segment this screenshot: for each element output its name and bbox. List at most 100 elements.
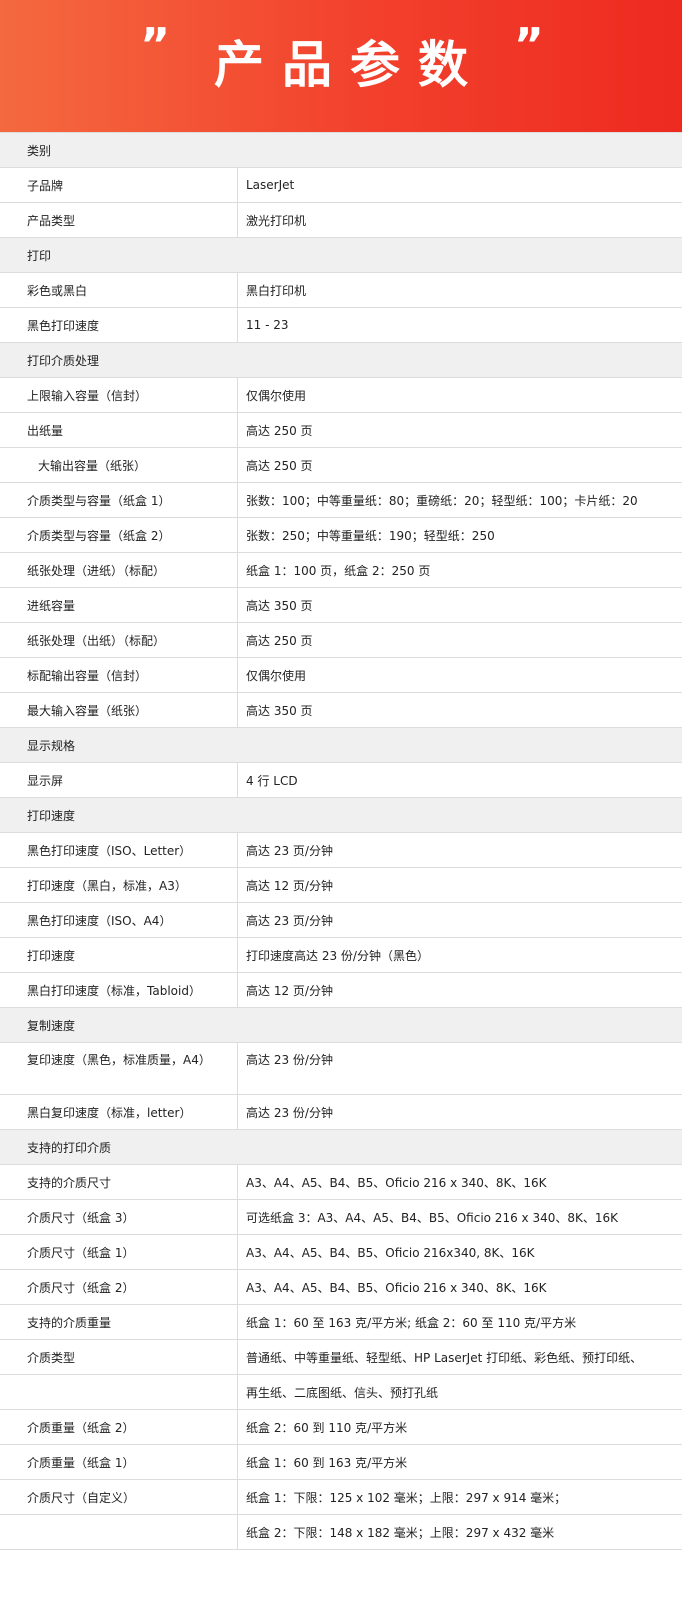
- spec-label: 上限输入容量（信封）: [0, 378, 238, 412]
- spec-value: 仅偶尔使用: [246, 668, 307, 683]
- spec-value: 纸盒 1：下限：125 x 102 毫米；上限：297 x 914 毫米；: [246, 1490, 567, 1505]
- table-row: 显示屏 4 行 LCD: [0, 763, 682, 798]
- spec-value: 纸盒 2：下限：148 x 182 毫米；上限：297 x 432 毫米: [246, 1525, 555, 1540]
- spec-label: [0, 1375, 238, 1409]
- spec-value: 普通纸、中等重量纸、轻型纸、HP LaserJet 打印纸、彩色纸、预打印纸、: [246, 1350, 643, 1365]
- table-row: 打印速度（黑白，标准，A3） 高达 12 页/分钟: [0, 868, 682, 903]
- quote-mark-right: ”: [513, 18, 544, 72]
- spec-label: 介质重量（纸盒 2）: [0, 1410, 238, 1444]
- table-row: 最大输入容量（纸张） 高达 350 页: [0, 693, 682, 728]
- spec-value: 高达 23 页/分钟: [246, 913, 333, 928]
- spec-label: 子品牌: [0, 168, 238, 202]
- spec-label: 打印速度: [0, 938, 238, 972]
- table-row: 子品牌 LaserJet: [0, 168, 682, 203]
- spec-label: 介质尺寸（纸盒 1）: [0, 1235, 238, 1269]
- spec-value: A3、A4、A5、B4、B5、Oficio 216x340, 8K、16K: [246, 1245, 535, 1260]
- section-header: 打印介质处理: [0, 343, 682, 378]
- table-row: 打印速度 打印速度高达 23 份/分钟（黑色）: [0, 938, 682, 973]
- table-row: 产品类型 激光打印机: [0, 203, 682, 238]
- spec-value: 纸盒 1：60 至 163 克/平方米; 纸盒 2：60 至 110 克/平方米: [246, 1315, 577, 1330]
- spec-label: 复印速度（黑色，标准质量，A4）: [0, 1043, 238, 1094]
- table-row: 彩色或黑白 黑白打印机: [0, 273, 682, 308]
- spec-label: 最大输入容量（纸张）: [0, 693, 238, 727]
- spec-label: 出纸量: [0, 413, 238, 447]
- spec-value: 可选纸盒 3：A3、A4、A5、B4、B5、Oficio 216 x 340、8…: [246, 1210, 618, 1225]
- spec-label: 介质类型与容量（纸盒 1）: [0, 483, 238, 517]
- spec-label: 介质类型与容量（纸盒 2）: [0, 518, 238, 552]
- table-row: 再生纸、二底图纸、信头、预打孔纸: [0, 1375, 682, 1410]
- spec-label: 标配输出容量（信封）: [0, 658, 238, 692]
- table-row: 黑色打印速度（ISO、A4） 高达 23 页/分钟: [0, 903, 682, 938]
- table-row: 大输出容量（纸张） 高达 250 页: [0, 448, 682, 483]
- table-row: 标配输出容量（信封） 仅偶尔使用: [0, 658, 682, 693]
- table-row: 介质尺寸（纸盒 1） A3、A4、A5、B4、B5、Oficio 216x340,…: [0, 1235, 682, 1270]
- spec-label: 纸张处理（出纸）（标配）: [0, 623, 238, 657]
- spec-value: 再生纸、二底图纸、信头、预打孔纸: [246, 1385, 439, 1400]
- spec-label: 介质尺寸（自定义）: [0, 1480, 238, 1514]
- table-row: 介质类型与容量（纸盒 2） 张数：250；中等重量纸：190；轻型纸：250: [0, 518, 682, 553]
- spec-label: 黑色打印速度: [0, 308, 238, 342]
- spec-label: 介质类型: [0, 1340, 238, 1374]
- table-row: 黑色打印速度 11 - 23: [0, 308, 682, 343]
- table-row: 介质尺寸（自定义） 纸盒 1：下限：125 x 102 毫米；上限：297 x 9…: [0, 1480, 682, 1515]
- spec-value: 高达 12 页/分钟: [246, 878, 333, 893]
- spec-value: 纸盒 1：100 页，纸盒 2：250 页: [246, 563, 431, 578]
- spec-label: 大输出容量（纸张）: [0, 448, 238, 482]
- spec-value: 4 行 LCD: [246, 773, 298, 788]
- spec-label: 进纸容量: [0, 588, 238, 622]
- spec-label: 黑色打印速度（ISO、A4）: [0, 903, 238, 937]
- spec-label: 介质尺寸（纸盒 2）: [0, 1270, 238, 1304]
- table-row: 介质类型 普通纸、中等重量纸、轻型纸、HP LaserJet 打印纸、彩色纸、预打…: [0, 1340, 682, 1375]
- table-row: 介质尺寸（纸盒 2） A3、A4、A5、B4、B5、Oficio 216 x 34…: [0, 1270, 682, 1305]
- table-row: 支持的介质重量 纸盒 1：60 至 163 克/平方米; 纸盒 2：60 至 11…: [0, 1305, 682, 1340]
- section-header: 打印: [0, 238, 682, 273]
- table-row: 纸张处理（出纸）（标配） 高达 250 页: [0, 623, 682, 658]
- spec-label: 纸张处理（进纸）（标配）: [0, 553, 238, 587]
- spec-value: 11 - 23: [246, 318, 289, 332]
- table-row: 黑白打印速度（标准，Tabloid） 高达 12 页/分钟: [0, 973, 682, 1008]
- spec-value: 纸盒 2：60 到 110 克/平方米: [246, 1420, 408, 1435]
- spec-value: 张数：250；中等重量纸：190；轻型纸：250: [246, 528, 495, 543]
- spec-value: A3、A4、A5、B4、B5、Oficio 216 x 340、8K、16K: [246, 1280, 547, 1295]
- spec-label: 黑色打印速度（ISO、Letter）: [0, 833, 238, 867]
- quote-mark-left: ”: [140, 18, 170, 72]
- spec-table: 类别 子品牌 LaserJet 产品类型 激光打印机 打印 彩色或黑白 黑白打印机 黑色打印速度…: [0, 132, 682, 1550]
- table-row: 介质尺寸（纸盒 3） 可选纸盒 3：A3、A4、A5、B4、B5、Oficio 2…: [0, 1200, 682, 1235]
- spec-value: 高达 350 页: [246, 703, 313, 718]
- spec-value: 打印速度高达 23 份/分钟（黑色）: [246, 948, 429, 963]
- spec-label: 介质重量（纸盒 1）: [0, 1445, 238, 1479]
- table-row: 介质重量（纸盒 1） 纸盒 1：60 到 163 克/平方米: [0, 1445, 682, 1480]
- spec-value: 高达 250 页: [246, 423, 313, 438]
- spec-label: 彩色或黑白: [0, 273, 238, 307]
- section-header: 打印速度: [0, 798, 682, 833]
- spec-label: 支持的介质尺寸: [0, 1165, 238, 1199]
- table-row: 介质重量（纸盒 2） 纸盒 2：60 到 110 克/平方米: [0, 1410, 682, 1445]
- spec-value: 仅偶尔使用: [246, 388, 307, 403]
- table-row: 黑色打印速度（ISO、Letter） 高达 23 页/分钟: [0, 833, 682, 868]
- spec-value: 高达 250 页: [246, 633, 313, 648]
- spec-value: 激光打印机: [246, 213, 307, 228]
- spec-label: [0, 1515, 238, 1549]
- spec-value: 纸盒 1：60 到 163 克/平方米: [246, 1455, 408, 1470]
- table-row: 介质类型与容量（纸盒 1） 张数：100；中等重量纸：80；重磅纸：20；轻型纸：…: [0, 483, 682, 518]
- table-row: 进纸容量 高达 350 页: [0, 588, 682, 623]
- spec-label: 介质尺寸（纸盒 3）: [0, 1200, 238, 1234]
- page-title: 产品参数: [214, 36, 486, 94]
- spec-value: 黑白打印机: [246, 283, 307, 298]
- header-banner: ” 产品参数 ”: [0, 0, 682, 132]
- spec-label: 支持的介质重量: [0, 1305, 238, 1339]
- spec-value: LaserJet: [246, 178, 295, 192]
- table-row: 纸盒 2：下限：148 x 182 毫米；上限：297 x 432 毫米: [0, 1515, 682, 1550]
- spec-value: 高达 250 页: [246, 458, 313, 473]
- spec-value: 高达 23 页/分钟: [246, 843, 333, 858]
- table-row: 纸张处理（进纸）（标配） 纸盒 1：100 页，纸盒 2：250 页: [0, 553, 682, 588]
- section-header: 显示规格: [0, 728, 682, 763]
- table-row: 黑白复印速度（标准，letter） 高达 23 份/分钟: [0, 1095, 682, 1130]
- spec-value: 高达 23 份/分钟: [246, 1105, 333, 1120]
- spec-value: 高达 350 页: [246, 598, 313, 613]
- spec-label: 产品类型: [0, 203, 238, 237]
- table-row: 出纸量 高达 250 页: [0, 413, 682, 448]
- table-row: 上限输入容量（信封） 仅偶尔使用: [0, 378, 682, 413]
- spec-value: 高达 23 份/分钟: [246, 1053, 333, 1067]
- spec-value: 高达 12 页/分钟: [246, 983, 333, 998]
